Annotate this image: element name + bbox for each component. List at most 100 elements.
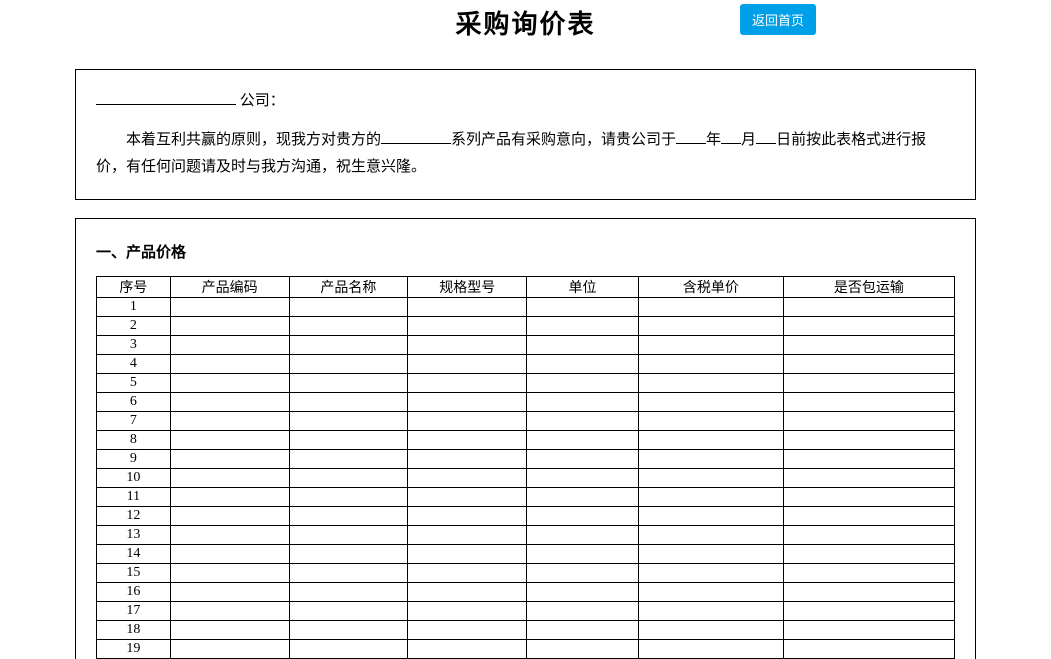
cell-seq: 11 [97, 488, 171, 507]
table-row: 3 [97, 336, 955, 355]
cell-seq: 12 [97, 507, 171, 526]
header-seq: 序号 [97, 277, 171, 298]
cell-spec [408, 298, 527, 317]
cell-spec [408, 488, 527, 507]
cell-price [638, 545, 783, 564]
cell-ship [783, 469, 954, 488]
cell-seq: 3 [97, 336, 171, 355]
cell-seq: 19 [97, 640, 171, 659]
cell-unit [527, 298, 639, 317]
table-row: 12 [97, 507, 955, 526]
table-row: 10 [97, 469, 955, 488]
price-table: 序号 产品编码 产品名称 规格型号 单位 含税单价 是否包运输 12345678… [96, 276, 955, 659]
cell-code [170, 393, 289, 412]
day-blank [756, 129, 776, 144]
table-row: 2 [97, 317, 955, 336]
cell-spec [408, 507, 527, 526]
year-blank [676, 129, 706, 144]
table-row: 16 [97, 583, 955, 602]
cell-unit [527, 488, 639, 507]
cell-price [638, 507, 783, 526]
table-row: 9 [97, 450, 955, 469]
table-row: 1 [97, 298, 955, 317]
table-row: 5 [97, 374, 955, 393]
cell-unit [527, 393, 639, 412]
cell-spec [408, 355, 527, 374]
cell-price [638, 393, 783, 412]
cell-price [638, 602, 783, 621]
product-series-blank [381, 129, 451, 144]
table-row: 4 [97, 355, 955, 374]
header-name: 产品名称 [289, 277, 408, 298]
cell-name [289, 450, 408, 469]
cell-seq: 10 [97, 469, 171, 488]
cell-unit [527, 640, 639, 659]
cell-ship [783, 602, 954, 621]
cell-price [638, 621, 783, 640]
cell-price [638, 317, 783, 336]
cell-unit [527, 355, 639, 374]
cell-price [638, 488, 783, 507]
cell-price [638, 336, 783, 355]
cell-spec [408, 526, 527, 545]
cell-name [289, 507, 408, 526]
cell-ship [783, 583, 954, 602]
cell-code [170, 374, 289, 393]
cell-name [289, 640, 408, 659]
cell-code [170, 336, 289, 355]
cell-name [289, 336, 408, 355]
intro-part1: 本着互利共赢的原则，现我方对贵方的 [126, 132, 381, 148]
intro-year: 年 [706, 132, 721, 148]
cell-ship [783, 621, 954, 640]
cell-seq: 4 [97, 355, 171, 374]
company-suffix: 公司： [240, 93, 285, 109]
cell-name [289, 393, 408, 412]
intro-text: 本着互利共赢的原则，现我方对贵方的系列产品有采购意向，请贵公司于年月日前按此表格… [96, 127, 955, 181]
cell-unit [527, 469, 639, 488]
cell-seq: 1 [97, 298, 171, 317]
table-row: 18 [97, 621, 955, 640]
table-row: 6 [97, 393, 955, 412]
cell-name [289, 621, 408, 640]
cell-ship [783, 336, 954, 355]
cell-code [170, 450, 289, 469]
cell-code [170, 640, 289, 659]
cell-seq: 7 [97, 412, 171, 431]
cell-unit [527, 450, 639, 469]
cell-ship [783, 450, 954, 469]
cell-ship [783, 507, 954, 526]
cell-price [638, 450, 783, 469]
section-product-price: 一、产品价格 序号 产品编码 产品名称 规格型号 单位 含税单价 是否包运输 1… [75, 218, 976, 659]
cell-spec [408, 336, 527, 355]
cell-unit [527, 374, 639, 393]
cell-unit [527, 507, 639, 526]
table-row: 7 [97, 412, 955, 431]
cell-name [289, 526, 408, 545]
cell-seq: 14 [97, 545, 171, 564]
back-home-button[interactable]: 返回首页 [740, 4, 816, 35]
cell-seq: 17 [97, 602, 171, 621]
cell-seq: 18 [97, 621, 171, 640]
table-row: 14 [97, 545, 955, 564]
cell-name [289, 374, 408, 393]
cell-unit [527, 526, 639, 545]
cell-unit [527, 621, 639, 640]
cell-seq: 16 [97, 583, 171, 602]
cell-seq: 9 [97, 450, 171, 469]
page-title: 采购询价表 [0, 0, 1051, 41]
cell-seq: 13 [97, 526, 171, 545]
cell-unit [527, 545, 639, 564]
cell-ship [783, 412, 954, 431]
cell-spec [408, 602, 527, 621]
cell-price [638, 583, 783, 602]
cell-ship [783, 431, 954, 450]
cell-ship [783, 393, 954, 412]
month-blank [721, 129, 741, 144]
cell-spec [408, 545, 527, 564]
cell-price [638, 469, 783, 488]
cell-code [170, 545, 289, 564]
header-unit: 单位 [527, 277, 639, 298]
cell-code [170, 317, 289, 336]
cell-spec [408, 374, 527, 393]
cell-code [170, 564, 289, 583]
